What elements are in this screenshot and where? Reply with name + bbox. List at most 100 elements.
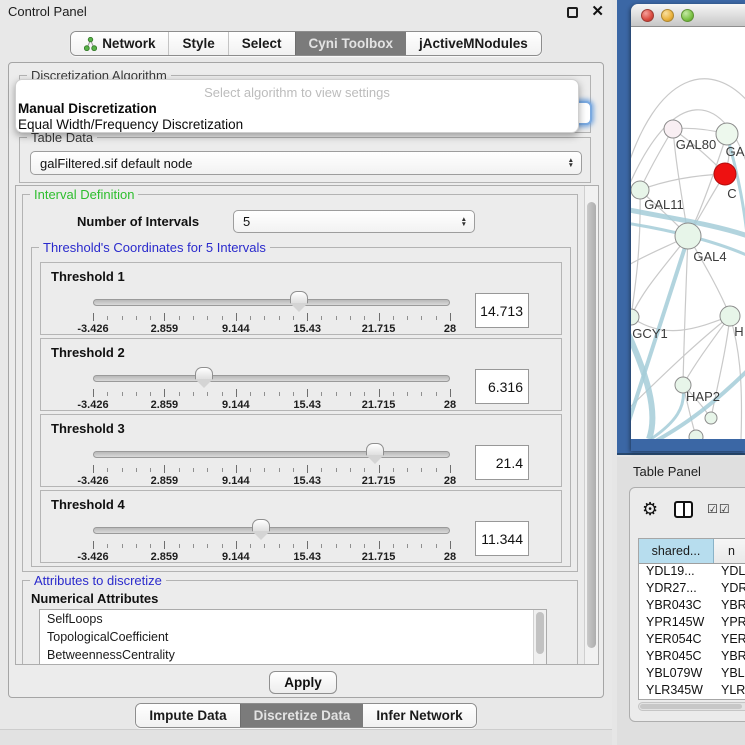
- table-toolbar: ⚙ ☑☑: [630, 494, 745, 524]
- settings-scroll-viewport: Interval Definition Number of Intervals …: [15, 185, 599, 665]
- tick-label: -3.426: [77, 323, 108, 335]
- tab-jactivemnodules[interactable]: jActiveMNodules: [406, 32, 541, 55]
- tick-label: 28: [444, 399, 456, 411]
- tick-label: -3.426: [77, 399, 108, 411]
- tab-discretize-data[interactable]: Discretize Data: [240, 704, 364, 727]
- tick-label: -3.426: [77, 551, 108, 563]
- network-node[interactable]: [689, 430, 703, 439]
- table-row[interactable]: YBL079WYBL0: [639, 666, 745, 683]
- table-data-group: Table Data galFiltered.sif default node …: [19, 137, 591, 183]
- table-row[interactable]: YLR345WYLR3: [639, 683, 745, 700]
- attribute-list-item[interactable]: BetweennessCentrality: [40, 646, 546, 664]
- tab-label: Infer Network: [376, 708, 462, 723]
- node-label: GA: [726, 144, 745, 159]
- zoom-traffic-light-icon[interactable]: [681, 9, 694, 22]
- float-window-icon[interactable]: [567, 7, 578, 18]
- node-label: H: [734, 324, 743, 339]
- tick-label: 28: [444, 475, 456, 487]
- numerical-attributes-list[interactable]: SelfLoopsTopologicalCoefficientBetweenne…: [39, 609, 547, 665]
- tab-infer-network[interactable]: Infer Network: [363, 704, 475, 727]
- tick-label: 15.43: [293, 551, 321, 563]
- close-traffic-light-icon[interactable]: [641, 9, 654, 22]
- network-node[interactable]: [705, 412, 717, 424]
- tab-cyni-toolbox[interactable]: Cyni Toolbox: [295, 32, 407, 55]
- tick-label: 9.144: [222, 475, 250, 487]
- threshold-rows: Threshold 1 -3.426 2.859 9.144 15.43 21.715 28…: [40, 262, 562, 566]
- network-node[interactable]: [720, 306, 740, 326]
- list-scrollbar[interactable]: [533, 610, 546, 665]
- table-row[interactable]: YBR043CYBR0: [639, 598, 745, 615]
- network-node[interactable]: [664, 120, 682, 138]
- slider-knob[interactable]: [195, 367, 213, 389]
- group-legend: Attributes to discretize: [30, 573, 166, 588]
- panel-vertical-scrollbar[interactable]: [584, 186, 598, 664]
- slider-knob[interactable]: [290, 291, 308, 313]
- tick-label: 15.43: [293, 475, 321, 487]
- minimize-traffic-light-icon[interactable]: [661, 9, 674, 22]
- network-view-window: GAL80GACGAL11GAL4GCY1HHAP2: [631, 4, 745, 451]
- threshold-row: Threshold 3-3.4262.8599.14415.4321.71528…: [40, 414, 562, 487]
- table-row[interactable]: YBR045CYBR0: [639, 649, 745, 666]
- tab-style[interactable]: Style: [168, 32, 227, 55]
- threshold-row: Threshold 4-3.4262.8599.14415.4321.71528…: [40, 490, 562, 563]
- slider-track[interactable]: [93, 527, 450, 534]
- slider-knob[interactable]: [252, 519, 270, 541]
- attribute-list-item[interactable]: TopologicalCoefficient: [40, 628, 546, 646]
- slider-track[interactable]: [93, 299, 450, 306]
- tab-label: Style: [182, 36, 214, 51]
- table-row[interactable]: YPR145WYPR1: [639, 615, 745, 632]
- close-icon[interactable]: ✕: [591, 2, 604, 20]
- dropdown-option-equal-width[interactable]: Equal Width/Frequency Discretization: [18, 117, 243, 132]
- select-columns-icons[interactable]: ☑☑: [707, 502, 731, 516]
- slider-track[interactable]: [93, 375, 450, 382]
- threshold-value-field[interactable]: 6.316: [475, 369, 529, 404]
- tick-label: 21.715: [362, 323, 396, 335]
- tab-label: Network: [102, 36, 155, 51]
- tick-label: 9.144: [222, 399, 250, 411]
- column-header-shared-name[interactable]: shared...: [639, 539, 714, 563]
- split-columns-icon[interactable]: [674, 501, 693, 518]
- column-header-name[interactable]: n: [714, 539, 745, 563]
- threshold-row: Threshold 2-3.4262.8599.14415.4321.71528…: [40, 338, 562, 411]
- attribute-list-item[interactable]: SelfLoops: [40, 610, 546, 628]
- bottom-strip: [0, 729, 612, 745]
- numerical-attributes-label: Numerical Attributes: [31, 591, 158, 606]
- combo-value: galFiltered.sif default node: [40, 156, 192, 171]
- table-data-combobox[interactable]: galFiltered.sif default node ▲▼: [30, 151, 582, 175]
- number-of-intervals-combobox[interactable]: 5 ▲▼: [233, 210, 475, 233]
- combo-arrows-icon: ▲▼: [568, 158, 574, 168]
- network-node[interactable]: [716, 123, 738, 145]
- combo-arrows-icon: ▲▼: [461, 217, 467, 227]
- node-table[interactable]: shared... n YDL19...YDL1YDR27...YDR2YBR0…: [638, 538, 745, 700]
- tab-impute-data[interactable]: Impute Data: [136, 704, 239, 727]
- table-row[interactable]: YDR27...YDR2: [639, 581, 745, 598]
- threshold-value-field[interactable]: 11.344: [475, 521, 529, 556]
- tab-network[interactable]: Network: [71, 32, 168, 55]
- apply-button[interactable]: Apply: [269, 671, 337, 694]
- table-horizontal-scrollbar[interactable]: [638, 702, 745, 711]
- table-row[interactable]: YDL19...YDL1: [639, 564, 745, 581]
- network-node[interactable]: [675, 223, 701, 249]
- threshold-value-field[interactable]: 14.713: [475, 293, 529, 328]
- table-panel-window: ⚙ ☑☑ shared... n YDL19...YDL1YDR27...YDR…: [629, 487, 745, 722]
- slider-track[interactable]: [93, 451, 450, 458]
- table-row[interactable]: YER054CYER0: [639, 632, 745, 649]
- table-panel-title: Table Panel: [633, 464, 701, 479]
- slider-knob[interactable]: [366, 443, 384, 465]
- network-window-frame: GAL80GACGAL11GAL4GCY1HHAP2: [617, 0, 745, 455]
- threshold-label: Threshold 1: [51, 269, 125, 284]
- top-tabbar: Network Style Select Cyni Toolbox jActiv…: [0, 31, 612, 56]
- network-canvas[interactable]: GAL80GACGAL11GAL4GCY1HHAP2: [631, 27, 745, 439]
- interval-definition-group: Interval Definition Number of Intervals …: [22, 194, 578, 572]
- threshold-row: Threshold 1-3.4262.8599.14415.4321.71528…: [40, 262, 562, 335]
- threshold-value-field[interactable]: 21.4: [475, 445, 529, 480]
- gear-icon[interactable]: ⚙: [642, 499, 658, 520]
- window-title: Control Panel: [8, 4, 87, 19]
- tick-label: 2.859: [151, 323, 179, 335]
- network-node[interactable]: [714, 163, 736, 185]
- tab-select[interactable]: Select: [228, 32, 295, 55]
- tick-label: 2.859: [151, 551, 179, 563]
- dropdown-option-manual[interactable]: Manual Discretization: [18, 101, 157, 116]
- network-node[interactable]: [631, 309, 639, 325]
- node-label: GAL80: [676, 137, 716, 152]
